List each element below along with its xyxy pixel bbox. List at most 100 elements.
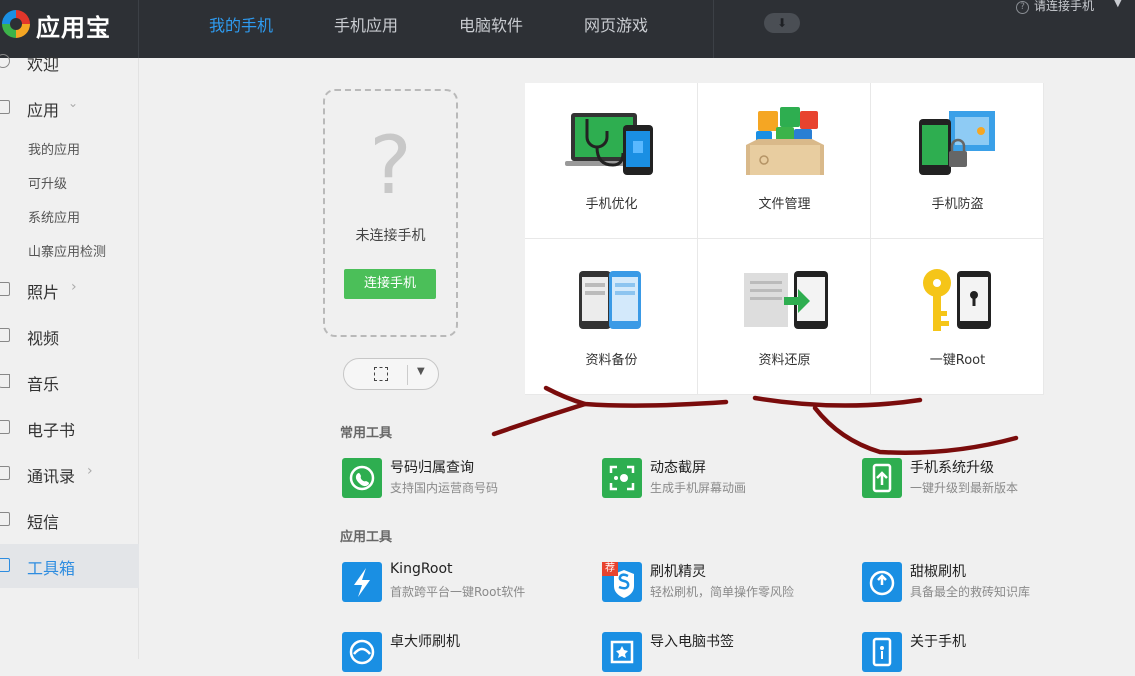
- contacts-icon: [0, 466, 10, 480]
- sidebar-item-label: 应用: [27, 101, 60, 120]
- anti-theft-icon: [919, 111, 995, 175]
- feature-grid: 手机优化 文件管理 手机防盗 资料备份 资料还原 一键Root: [525, 83, 1044, 395]
- tool-name: 卓大师刷机: [390, 634, 460, 650]
- tab-phone-apps[interactable]: 手机应用: [334, 12, 398, 36]
- chevron-down-icon[interactable]: ▼: [417, 366, 425, 377]
- tool-kingroot[interactable]: KingRoot 首款跨平台一键Root软件: [342, 561, 582, 606]
- tool-name: 甜椒刷机: [910, 564, 966, 580]
- screenshot-crop-icon[interactable]: [374, 367, 388, 381]
- feature-anti-theft[interactable]: 手机防盗: [871, 83, 1044, 239]
- about-phone-icon: [862, 632, 902, 672]
- sidebar-subitem-my-apps[interactable]: 我的应用: [28, 139, 80, 158]
- section-title-common-tools: 常用工具: [340, 426, 393, 441]
- tool-dynamic-screenshot[interactable]: 动态截屏 生成手机屏幕动画: [602, 458, 842, 502]
- sidebar-subitem-fake-app-check[interactable]: 山寨应用检测: [28, 241, 106, 260]
- feature-file-manage[interactable]: 文件管理: [698, 83, 871, 239]
- feature-label: 资料备份: [585, 353, 638, 368]
- file-manage-icon: [746, 107, 824, 175]
- sidebar-item-toolbox[interactable]: 工具箱: [0, 544, 139, 588]
- sidebar-item-label: 音乐: [27, 375, 60, 394]
- tool-system-upgrade[interactable]: 手机系统升级 一键升级到最新版本: [862, 458, 1102, 502]
- divider: [713, 0, 714, 58]
- tool-name: 关于手机: [910, 634, 966, 650]
- section-title-app-tools: 应用工具: [340, 530, 393, 545]
- root-key-icon: [923, 269, 991, 331]
- sidebar-item-music[interactable]: 音乐: [0, 360, 139, 404]
- tab-web-games[interactable]: 网页游戏: [584, 12, 648, 36]
- tool-master-flash[interactable]: 卓大师刷机: [342, 632, 582, 676]
- tool-pepper-flash[interactable]: 甜椒刷机 具备最全的救砖知识库: [862, 562, 1102, 606]
- sidebar-item-label: 欢迎: [27, 55, 60, 74]
- sidebar-subitem-upgradable[interactable]: 可升级: [28, 173, 67, 192]
- question-mark-icon: ?: [369, 119, 412, 212]
- photo-icon: [0, 282, 10, 296]
- chevron-down-icon[interactable]: ▼: [1114, 0, 1122, 9]
- tool-name: 刷机精灵: [650, 564, 706, 580]
- sidebar-item-videos[interactable]: 视频: [0, 314, 139, 358]
- tool-name: 号码归属查询: [390, 460, 474, 476]
- sidebar-subitem-system-apps[interactable]: 系统应用: [28, 207, 80, 226]
- screen-capture-icon: [602, 458, 642, 498]
- tool-desc: 轻松刷机，简单操作零风险: [650, 585, 795, 599]
- sidebar-item-ebooks[interactable]: 电子书: [0, 406, 139, 450]
- tool-name: 导入电脑书签: [650, 634, 734, 650]
- recommended-badge: 荐: [602, 562, 618, 576]
- music-icon: [0, 374, 10, 388]
- tool-desc: 首款跨平台一键Root软件: [390, 585, 526, 599]
- download-button[interactable]: ⬇: [764, 13, 800, 33]
- feature-label: 手机防盗: [931, 197, 984, 212]
- chevron-down-icon: ⌄: [68, 96, 79, 110]
- tool-desc: 一键升级到最新版本: [910, 481, 1019, 495]
- tab-my-phone[interactable]: 我的手机: [209, 12, 273, 36]
- sidebar-item-welcome[interactable]: 欢迎: [0, 40, 139, 84]
- feature-label: 文件管理: [758, 197, 811, 212]
- tool-desc: 生成手机屏幕动画: [650, 481, 747, 495]
- sidebar-item-apps[interactable]: 应用 ⌄: [0, 86, 139, 130]
- tool-phone-lookup[interactable]: 号码归属查询 支持国内运营商号码: [342, 458, 582, 502]
- tool-desc: 支持国内运营商号码: [390, 481, 499, 495]
- feature-one-click-root[interactable]: 一键Root: [871, 239, 1044, 395]
- sidebar-item-photos[interactable]: 照片 ›: [0, 268, 139, 312]
- yingyongbao-logo-icon: [2, 10, 30, 38]
- tool-name: KingRoot: [390, 561, 453, 577]
- phone-optimize-icon: [565, 113, 653, 175]
- kingroot-icon: [342, 562, 382, 602]
- app-name: 应用宝: [36, 14, 111, 42]
- help-icon: ?: [1016, 1, 1029, 14]
- sidebar-item-label: 工具箱: [27, 559, 76, 578]
- phone-lookup-icon: [342, 458, 382, 498]
- tool-bookmark-import[interactable]: 导入电脑书签: [602, 632, 842, 676]
- feature-restore[interactable]: 资料还原: [698, 239, 871, 395]
- divider: [407, 365, 408, 385]
- feature-backup[interactable]: 资料备份: [525, 239, 698, 395]
- sidebar-item-sms[interactable]: 短信: [0, 498, 139, 542]
- app-logo[interactable]: 应用宝: [0, 6, 138, 42]
- connect-phone-button[interactable]: 连接手机: [344, 269, 436, 299]
- system-upgrade-icon: [862, 458, 902, 498]
- book-icon: [0, 420, 10, 434]
- feature-phone-optimize[interactable]: 手机优化: [525, 83, 698, 239]
- grid-icon: [0, 100, 10, 114]
- download-icon: ⬇: [776, 16, 788, 30]
- sidebar-item-label: 短信: [27, 513, 60, 532]
- video-icon: [0, 328, 10, 342]
- feature-label: 资料还原: [758, 353, 811, 368]
- sidebar-item-label: 电子书: [27, 421, 76, 440]
- bookmark-import-icon: [602, 632, 642, 672]
- sidebar: 欢迎 应用 ⌄ 我的应用 可升级 系统应用 山寨应用检测 照片 › 视频 音乐 …: [0, 54, 139, 659]
- connect-status[interactable]: ? 请连接手机: [1016, 0, 1094, 14]
- pepper-flash-icon: [862, 562, 902, 602]
- top-bar: 应用宝 我的手机 手机应用 电脑软件 网页游戏 ⬇ ? 请连接手机 ▼: [0, 0, 1135, 58]
- tool-name: 手机系统升级: [910, 460, 994, 476]
- flash-wizard-icon: 荐: [602, 562, 642, 602]
- sms-icon: [0, 512, 10, 526]
- tool-name: 动态截屏: [650, 460, 706, 476]
- tool-flash-wizard[interactable]: 荐 刷机精灵 轻松刷机，简单操作零风险: [602, 562, 842, 606]
- restore-icon: [744, 271, 828, 329]
- sidebar-item-contacts[interactable]: 通讯录 ›: [0, 452, 139, 496]
- tab-pc-software[interactable]: 电脑软件: [459, 12, 523, 36]
- screenshot-control[interactable]: ▼: [343, 358, 439, 390]
- master-flash-icon: [342, 632, 382, 672]
- chevron-right-icon: ›: [87, 463, 93, 479]
- tool-about-phone[interactable]: 关于手机: [862, 632, 1102, 676]
